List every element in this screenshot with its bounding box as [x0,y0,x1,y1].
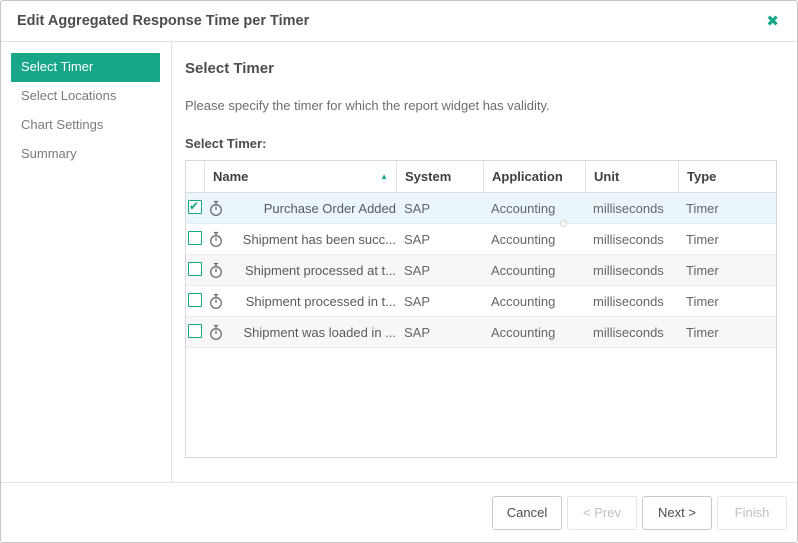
table-row[interactable]: Purchase Order Added SAP Accounting mill… [186,193,776,224]
finish-button[interactable]: Finish [717,495,787,530]
step-heading: Select Timer [185,60,274,77]
stopwatch-icon [208,262,224,279]
wizard-dialog: Edit Aggregated Response Time per Timer … [0,0,798,543]
sort-asc-icon: ▲ [380,172,388,181]
cancel-button[interactable]: Cancel [492,495,562,530]
sidebar-item-summary[interactable]: Summary [11,140,160,169]
timer-application: Accounting [491,231,556,247]
timer-type: Timer [686,231,719,247]
sidebar-item-select-timer[interactable]: Select Timer [11,53,160,82]
timer-application: Accounting [491,262,556,278]
header-name[interactable]: Name ▲ [204,161,396,192]
row-checkbox[interactable] [188,261,202,276]
header-checkbox-column [186,161,204,192]
stopwatch-icon [208,200,224,217]
dialog-footer: Cancel < Prev Next > Finish [1,482,797,542]
column-resize-dot [560,220,567,227]
dialog-titlebar: Edit Aggregated Response Time per Timer … [1,1,797,42]
timer-system: SAP [404,231,431,247]
timer-name: Shipment processed in t... [245,293,396,309]
timer-system: SAP [404,262,431,278]
timer-application: Accounting [491,293,556,309]
prev-button[interactable]: < Prev [567,495,637,530]
timer-name: Shipment processed at t... [244,262,396,278]
sidebar-item-chart-settings[interactable]: Chart Settings [11,111,160,140]
timer-type: Timer [686,262,719,278]
timer-system: SAP [404,200,431,216]
wizard-steps-sidebar: Select Timer Select Locations Chart Sett… [1,42,172,482]
next-button[interactable]: Next > [642,495,712,530]
timer-unit: milliseconds [593,293,664,309]
stopwatch-icon [208,324,224,341]
header-type[interactable]: Type [678,161,776,192]
close-icon[interactable]: ✖ [762,12,783,31]
header-unit[interactable]: Unit [585,161,678,192]
table-header-row: Name ▲ System Application Unit Type [186,161,776,193]
dialog-title: Edit Aggregated Response Time per Timer [17,13,310,29]
timer-name: Shipment has been succ... [242,231,396,247]
timer-unit: milliseconds [593,231,664,247]
step-content: Select Timer Please specify the timer fo… [172,42,797,482]
timer-system: SAP [404,293,431,309]
timer-system: SAP [404,324,431,340]
table-row[interactable]: Shipment processed in t... SAP Accountin… [186,286,776,317]
sidebar-item-select-locations[interactable]: Select Locations [11,82,160,111]
table-row[interactable]: Shipment was loaded in ... SAP Accountin… [186,317,776,348]
step-description: Please specify the timer for which the r… [185,98,550,113]
timer-type: Timer [686,293,719,309]
timer-unit: milliseconds [593,262,664,278]
timer-name: Shipment was loaded in ... [243,324,396,340]
row-checkbox[interactable] [188,292,202,307]
table-label: Select Timer: [185,136,267,151]
timer-name: Purchase Order Added [263,200,396,216]
timer-unit: milliseconds [593,200,664,216]
timer-application: Accounting [491,324,556,340]
header-application[interactable]: Application [483,161,585,192]
header-system[interactable]: System [396,161,483,192]
table-row[interactable]: Shipment processed at t... SAP Accountin… [186,255,776,286]
timer-application: Accounting [491,200,556,216]
timer-type: Timer [686,324,719,340]
timer-table: Name ▲ System Application Unit Type Purc… [185,160,777,458]
row-checkbox[interactable] [188,230,202,245]
row-checkbox[interactable] [188,323,202,338]
timer-type: Timer [686,200,719,216]
stopwatch-icon [208,293,224,310]
row-checkbox[interactable] [188,199,202,214]
table-row[interactable]: Shipment has been succ... SAP Accounting… [186,224,776,255]
timer-unit: milliseconds [593,324,664,340]
stopwatch-icon [208,231,224,248]
